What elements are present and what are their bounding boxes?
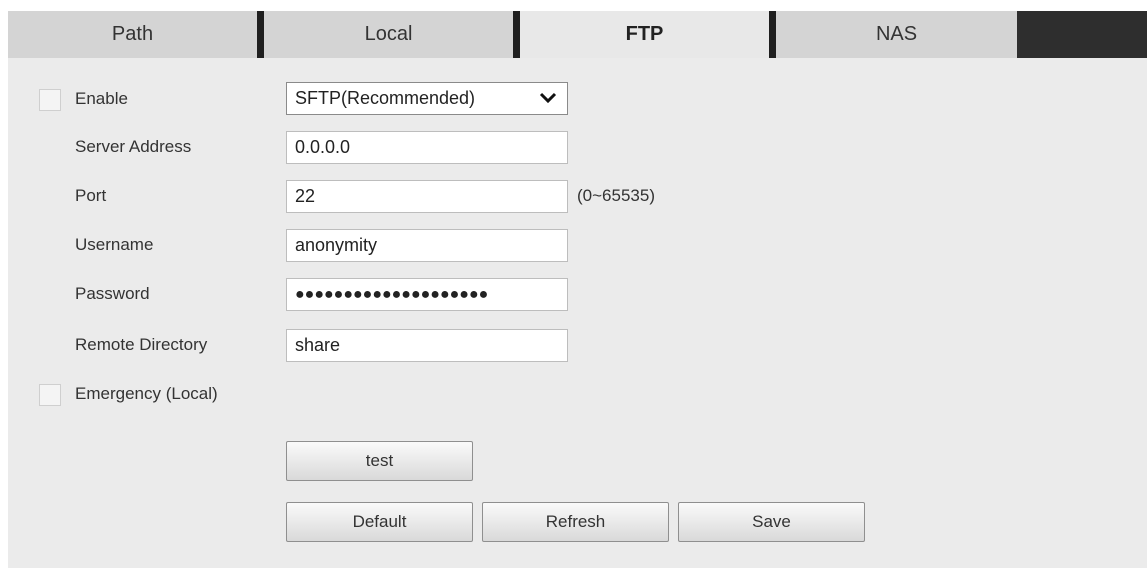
password-input[interactable]: ●●●●●●●●●●●●●●●●●●●● <box>286 278 568 311</box>
refresh-button[interactable]: Refresh <box>482 502 669 542</box>
tab-nas-label: NAS <box>875 23 918 45</box>
username-input[interactable]: anonymity <box>286 229 568 262</box>
tab-path[interactable]: Path <box>8 11 257 58</box>
tab-ftp[interactable]: FTP <box>520 11 769 58</box>
tab-separator <box>513 11 520 58</box>
emergency-checkbox[interactable] <box>39 384 61 406</box>
chevron-down-icon <box>539 92 557 104</box>
test-button[interactable]: test <box>286 441 473 481</box>
tab-bar: Path Local FTP NAS <box>8 11 1147 58</box>
save-button[interactable]: Save <box>678 502 865 542</box>
tab-bar-end <box>1017 11 1147 58</box>
port-label: Port <box>75 186 107 205</box>
protocol-select-value: SFTP(Recommended) <box>295 88 476 108</box>
tab-path-label: Path <box>111 23 154 45</box>
port-input[interactable]: 22 <box>286 180 568 213</box>
tab-ftp-label: FTP <box>625 23 664 45</box>
username-label: Username <box>75 235 154 254</box>
tab-separator <box>769 11 776 58</box>
tab-local[interactable]: Local <box>264 11 513 58</box>
tab-local-label: Local <box>364 23 413 45</box>
enable-checkbox[interactable] <box>39 89 61 111</box>
default-button[interactable]: Default <box>286 502 473 542</box>
emergency-label: Emergency (Local) <box>75 384 218 403</box>
protocol-select[interactable]: SFTP(Recommended) <box>286 82 568 115</box>
enable-label: Enable <box>75 89 128 108</box>
remote-directory-input[interactable]: share <box>286 329 568 362</box>
server-address-input[interactable]: 0.0.0.0 <box>286 131 568 164</box>
server-address-label: Server Address <box>75 137 192 156</box>
remote-directory-label: Remote Directory <box>75 335 208 354</box>
tab-separator <box>257 11 264 58</box>
password-label: Password <box>75 284 150 303</box>
port-range-hint: (0~65535) <box>577 186 655 205</box>
ftp-settings-panel: Enable SFTP(Recommended) Server Address … <box>8 58 1147 568</box>
tab-nas[interactable]: NAS <box>776 11 1017 58</box>
